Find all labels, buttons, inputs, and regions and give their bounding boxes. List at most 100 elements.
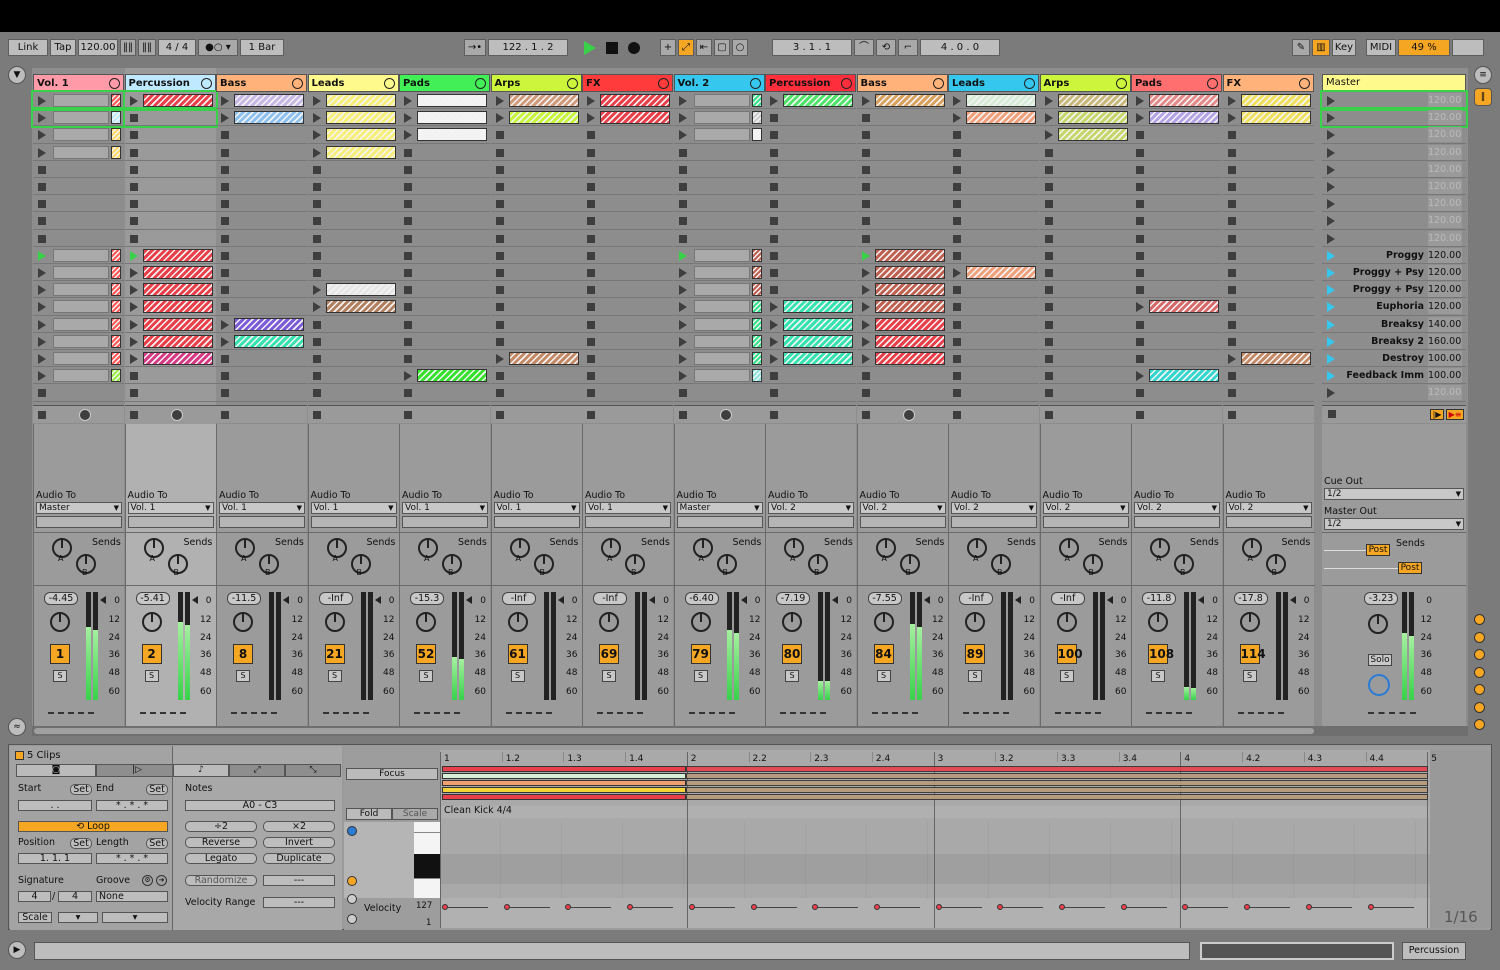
clip-slot[interactable]: [33, 333, 124, 350]
clip-slot[interactable]: [399, 281, 490, 299]
clip-slot[interactable]: [1131, 333, 1222, 350]
clip-slot[interactable]: [124, 350, 216, 368]
stop-button-icon[interactable]: [495, 286, 504, 295]
clip-launch-icon[interactable]: [678, 268, 687, 278]
stop-button-icon[interactable]: [1044, 183, 1053, 191]
stop-button-icon[interactable]: [953, 320, 961, 329]
stop-button-icon[interactable]: [953, 372, 961, 381]
clip-launch-icon[interactable]: [38, 371, 46, 382]
clip-slot[interactable]: [765, 281, 856, 299]
clip-slot[interactable]: [399, 298, 490, 316]
clip-slot[interactable]: [948, 178, 1039, 196]
scene-row[interactable]: 7120.00: [1322, 195, 1466, 213]
clip-launch-icon[interactable]: [221, 113, 229, 124]
clip-slot[interactable]: [399, 247, 490, 264]
clip-slot[interactable]: [216, 144, 307, 161]
stop-track-icon[interactable]: [1044, 411, 1053, 419]
clip-launch-icon[interactable]: [221, 96, 229, 106]
commit-groove-icon[interactable]: ➔: [156, 875, 167, 886]
pan-knob[interactable]: [873, 612, 894, 632]
scene-tempo[interactable]: 120.00: [1428, 144, 1462, 160]
audio-to-channel[interactable]: [36, 516, 122, 528]
clip-slot[interactable]: [856, 92, 948, 110]
solo-button[interactable]: S: [1242, 670, 1257, 682]
half-button[interactable]: ÷2: [185, 821, 257, 832]
clip[interactable]: [325, 111, 396, 125]
scene-row[interactable]: 18120.00: [1322, 384, 1466, 402]
stop-track-icon[interactable]: [587, 411, 595, 419]
clip-slot[interactable]: [1131, 298, 1222, 316]
clip-slot[interactable]: [216, 298, 307, 316]
scene-launch-icon[interactable]: [1327, 113, 1335, 124]
clip-slot[interactable]: [1222, 350, 1314, 368]
clip[interactable]: [142, 94, 213, 107]
note-lane-clip[interactable]: [442, 766, 686, 772]
pan-knob[interactable]: [141, 612, 162, 632]
scene-tempo[interactable]: 100.00: [1428, 368, 1462, 384]
stop-button-icon[interactable]: [953, 337, 961, 346]
clip-slot[interactable]: [216, 247, 307, 264]
track-activator-icon[interactable]: [932, 78, 944, 89]
scene-tempo[interactable]: 120.00: [1428, 265, 1462, 280]
clip-slot[interactable]: [948, 333, 1039, 350]
crossfade-assign[interactable]: [414, 712, 460, 716]
stop-button-icon[interactable]: [221, 286, 229, 295]
stop-button-icon[interactable]: [861, 114, 870, 123]
volume-field[interactable]: -5.41: [135, 592, 170, 605]
clip-slot[interactable]: [948, 316, 1039, 333]
clip-slot[interactable]: [31, 107, 126, 129]
clip-slot[interactable]: [307, 212, 399, 230]
scene-row[interactable]: Feedback Imm17100.00: [1322, 367, 1466, 385]
audio-to-select[interactable]: Vol. 1: [310, 502, 397, 514]
stop-button-icon[interactable]: [221, 372, 229, 381]
track-activator-icon[interactable]: [1207, 78, 1218, 89]
volume-field[interactable]: -11.8: [1142, 592, 1176, 605]
clip-slot[interactable]: [856, 316, 948, 333]
stop-button-icon[interactable]: [1044, 200, 1053, 209]
stop-button-icon[interactable]: [587, 389, 595, 398]
clip-slot[interactable]: [399, 92, 490, 110]
track-activator-icon[interactable]: [1115, 78, 1127, 89]
clip-slot[interactable]: [216, 333, 307, 350]
clip-slot[interactable]: [1131, 367, 1222, 385]
solo-button[interactable]: S: [1059, 670, 1074, 682]
stop-button-icon[interactable]: [221, 234, 229, 243]
launch-scene-icon[interactable]: |▶: [1430, 409, 1444, 420]
clip-slot[interactable]: [33, 281, 124, 299]
clip-slot[interactable]: [1039, 367, 1131, 385]
clip-launch-icon[interactable]: [861, 285, 870, 296]
clip-launch-icon[interactable]: [1227, 354, 1236, 364]
track-activator-icon[interactable]: [475, 78, 486, 89]
info-view-toggle-icon[interactable]: ▶: [8, 941, 26, 959]
stop-track-icon[interactable]: [1227, 411, 1236, 419]
notes-tab[interactable]: ♪: [173, 764, 229, 777]
master-volume[interactable]: -3.23: [1364, 592, 1398, 605]
stop-button-icon[interactable]: [404, 183, 412, 191]
stop-button-icon[interactable]: [587, 234, 595, 243]
track-activator-button[interactable]: 89: [965, 644, 985, 664]
solo-button[interactable]: S: [327, 670, 342, 682]
volume-field[interactable]: -15.3: [410, 592, 444, 605]
clip[interactable]: [1057, 128, 1128, 142]
clip-slot[interactable]: [399, 144, 490, 161]
pan-knob[interactable]: [690, 612, 711, 632]
stop-button-icon[interactable]: [1136, 355, 1144, 363]
clip-slot[interactable]: [216, 126, 307, 144]
clip-slot[interactable]: [33, 126, 124, 144]
stop-button-icon[interactable]: [495, 234, 504, 243]
track-activator-button[interactable]: 8: [233, 644, 253, 664]
clip-slot[interactable]: [582, 230, 673, 247]
clip-slot[interactable]: [490, 333, 582, 350]
clip-slot[interactable]: [1039, 350, 1131, 368]
clip-slot[interactable]: [673, 92, 765, 110]
clip-slot[interactable]: [1131, 109, 1222, 127]
overview-toggle-icon[interactable]: ≈: [8, 718, 26, 736]
midi-map-button[interactable]: MIDI: [1366, 39, 1396, 56]
clip-slot[interactable]: [948, 367, 1039, 385]
clip-launch-icon[interactable]: [1227, 96, 1236, 106]
track-activator-button[interactable]: 114: [1239, 644, 1266, 664]
clip-launch-icon[interactable]: [495, 96, 504, 106]
stop-scene-icon[interactable]: ▶≡: [1446, 409, 1464, 420]
volume-field[interactable]: -7.55: [867, 592, 902, 605]
clip[interactable]: [142, 352, 213, 365]
